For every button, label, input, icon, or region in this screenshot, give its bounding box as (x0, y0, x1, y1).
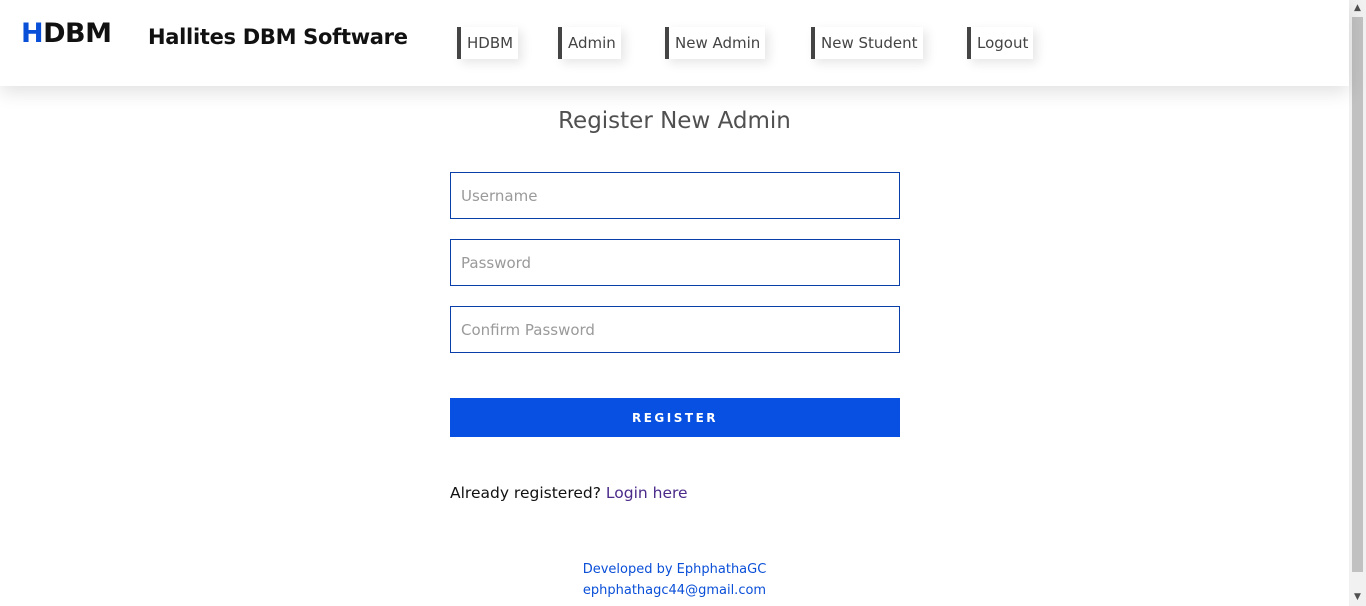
footer: Developed by EphphathaGC ephphathagc44@g… (0, 559, 1349, 601)
logo-rest: DBM (43, 18, 112, 49)
scrollbar-thumb[interactable] (1352, 17, 1363, 572)
confirm-password-input[interactable] (450, 306, 900, 353)
nav-logout[interactable]: Logout (967, 27, 1034, 59)
nav-admin[interactable]: Admin (558, 27, 621, 59)
nav-new-student[interactable]: New Student (811, 27, 923, 59)
developer-credit: Developed by EphphathaGC (582, 562, 767, 577)
register-button[interactable]: REGISTER (450, 398, 900, 437)
scroll-down-arrow-icon[interactable]: ▼ (1349, 589, 1366, 606)
brand-title: Hallites DBM Software (148, 25, 408, 49)
top-navbar: HDBM Hallites DBM Software HDBM Admin Ne… (0, 0, 1349, 86)
already-registered-text: Already registered? (450, 484, 601, 502)
logo-initial: H (21, 18, 44, 49)
page: HDBM Hallites DBM Software HDBM Admin Ne… (0, 0, 1366, 606)
nav-hdbm[interactable]: HDBM (457, 27, 519, 59)
password-input[interactable] (450, 239, 900, 286)
nav-new-admin[interactable]: New Admin (665, 27, 766, 59)
page-title: Register New Admin (558, 108, 791, 134)
developer-email[interactable]: ephphathagc44@gmail.com (0, 580, 1349, 601)
logo[interactable]: HDBM (21, 18, 112, 49)
vertical-scrollbar[interactable]: ▲ ▼ (1349, 0, 1366, 606)
scroll-up-arrow-icon[interactable]: ▲ (1349, 0, 1366, 17)
login-prompt: Already registered? Login here (450, 484, 688, 502)
username-input[interactable] (450, 172, 900, 219)
login-link[interactable]: Login here (606, 484, 688, 502)
